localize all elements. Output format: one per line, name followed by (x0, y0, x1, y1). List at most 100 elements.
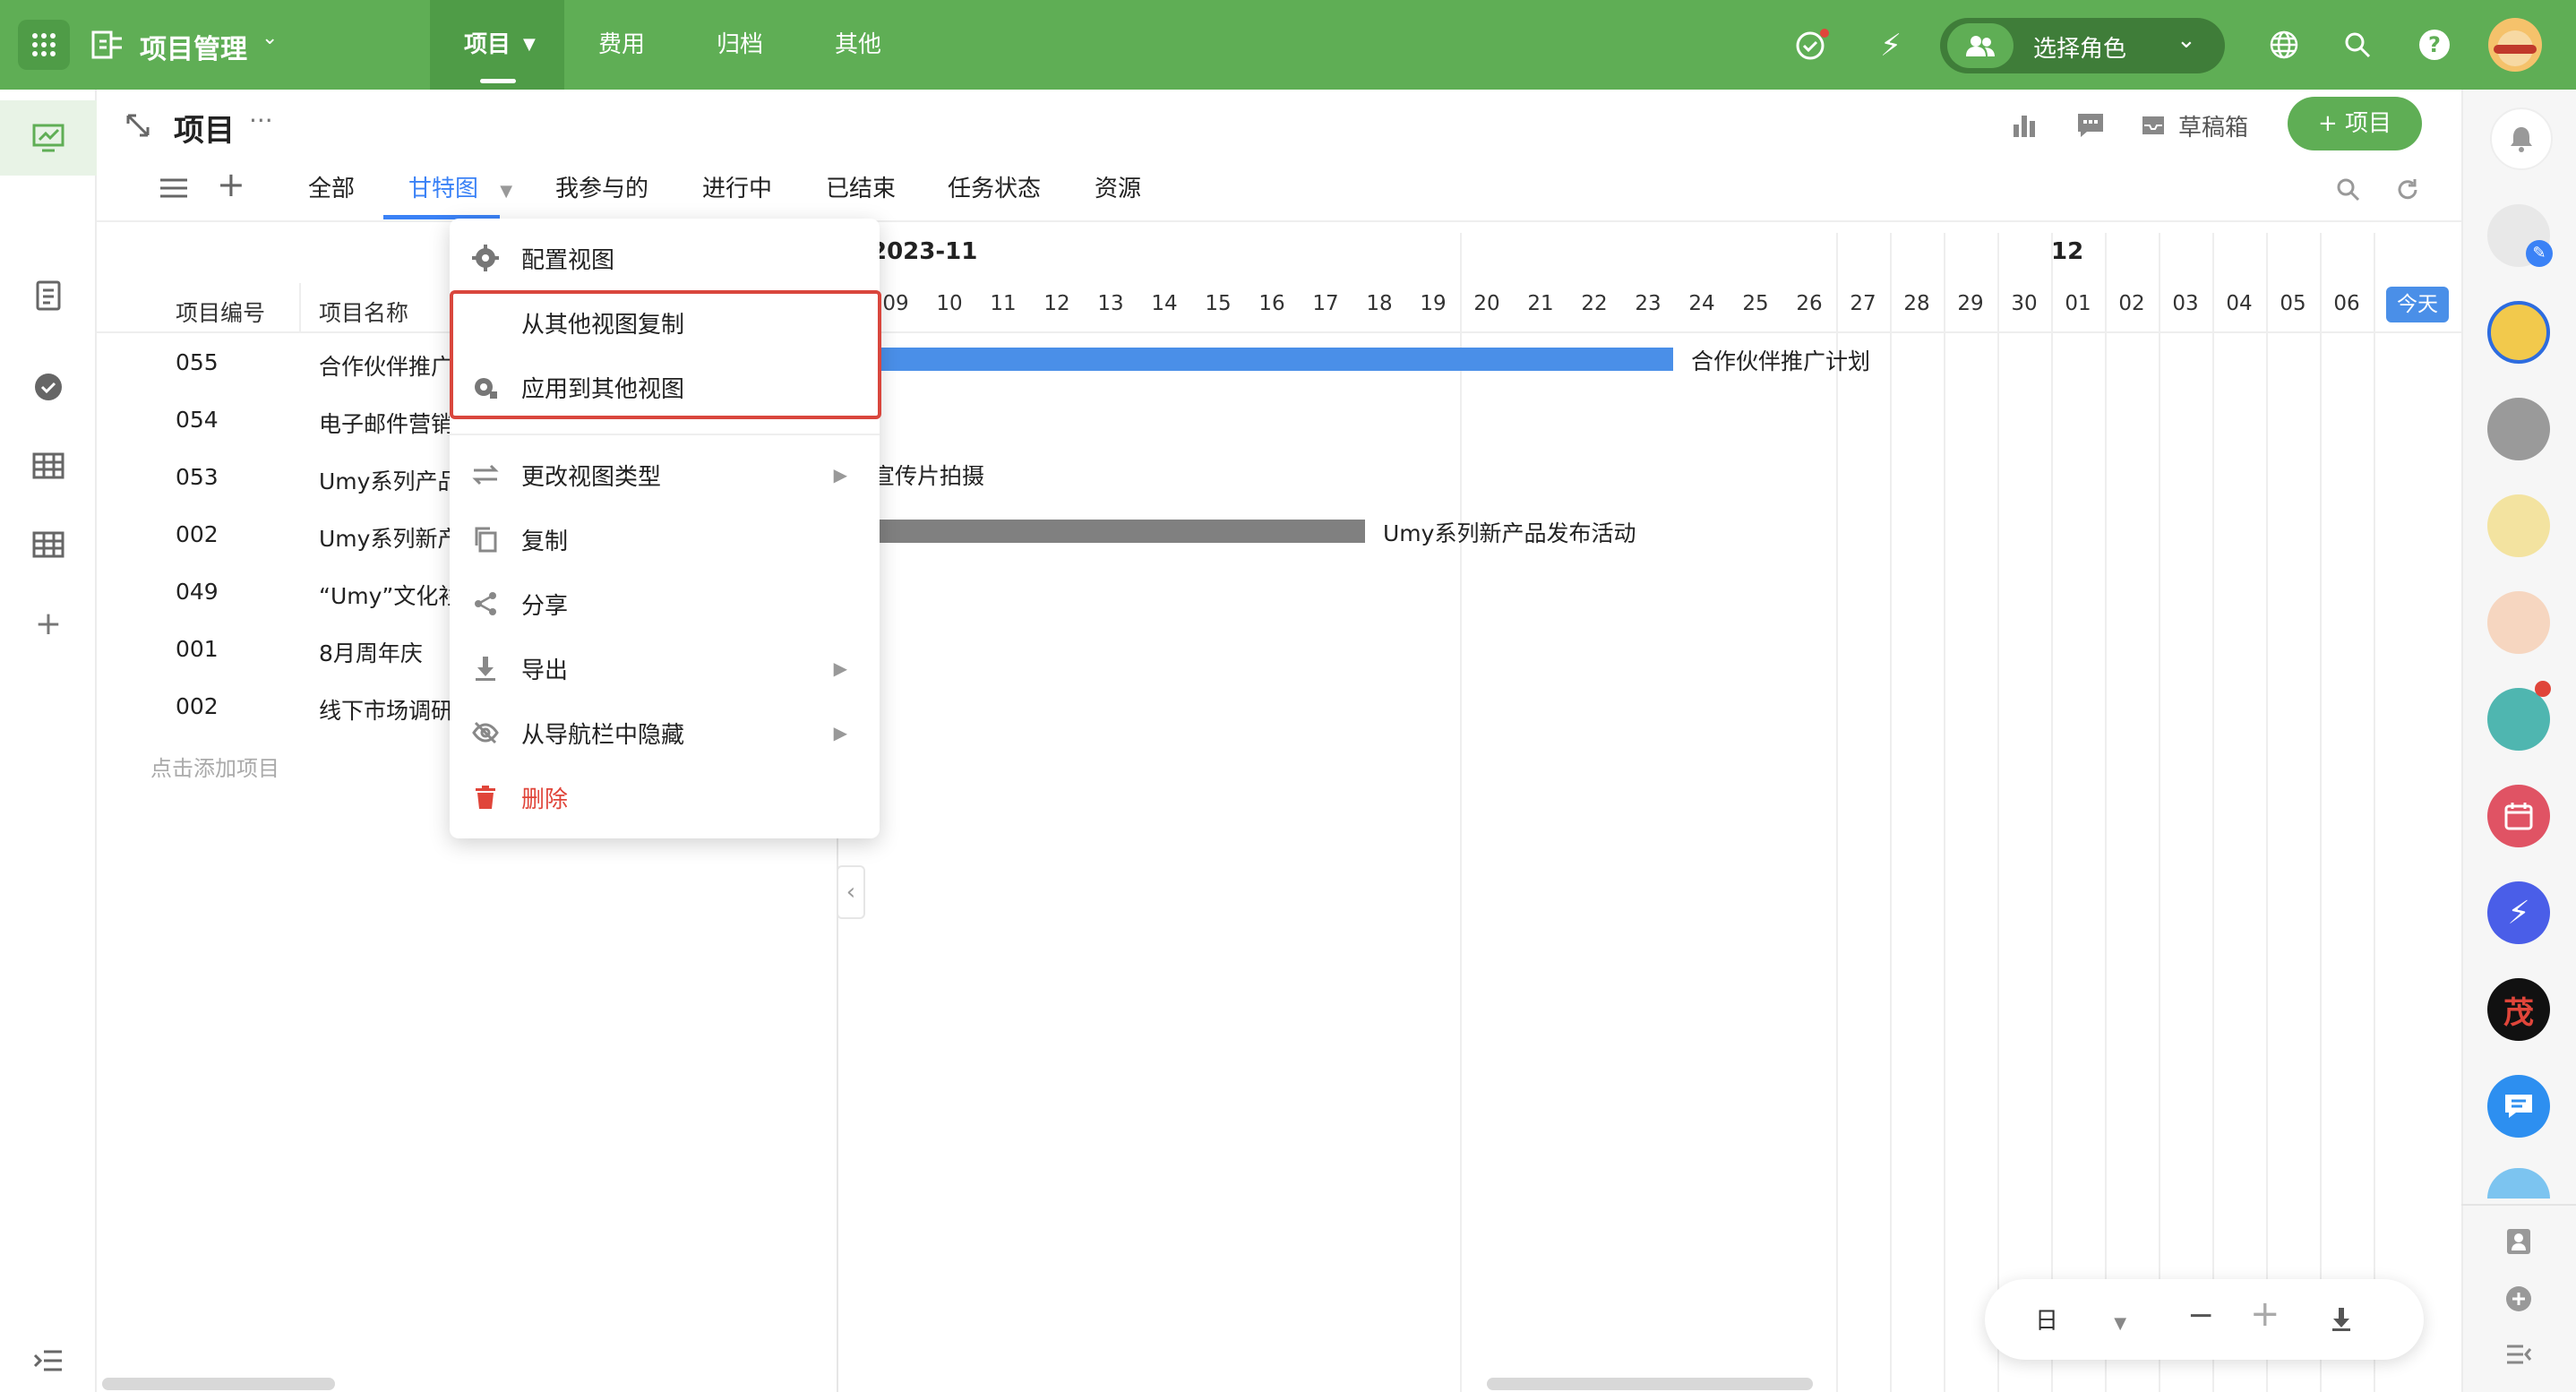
right-sidebar-divider (2461, 1204, 2576, 1206)
gantt-day-label: 16 (1258, 292, 1285, 315)
task-check-icon[interactable] (1791, 27, 1829, 64)
app-title-chevron-icon[interactable]: ⌄ (262, 27, 278, 49)
menu-config-view[interactable]: 配置视图 (450, 231, 880, 285)
tab-task-status[interactable]: 任务状态 (948, 170, 1041, 203)
bell-icon[interactable] (2490, 107, 2553, 170)
trash-icon (469, 781, 502, 813)
left-sidebar: + (0, 90, 97, 1392)
view-list-icon[interactable] (158, 172, 190, 204)
table-row-name[interactable]: 合作伙伴推广计划 (319, 349, 451, 382)
help-icon[interactable]: ? (2417, 27, 2452, 63)
menu-copy-from-view[interactable]: 从其他视图复制 (450, 296, 880, 349)
table-scrollbar[interactable] (102, 1378, 335, 1390)
avatar[interactable] (2487, 494, 2550, 557)
seal-app-icon[interactable]: 茂 (2487, 978, 2550, 1041)
view-search-icon[interactable] (2332, 174, 2365, 206)
edit-badge-icon[interactable]: ✎ (2526, 240, 2553, 267)
tab-other[interactable]: 其他 (835, 0, 881, 90)
submenu-arrow-icon: ▶ (833, 657, 847, 679)
menu-duplicate[interactable]: 复制 (450, 512, 880, 566)
menu-apply-to-view[interactable]: 应用到其他视图 (450, 360, 880, 414)
avatar[interactable] (2487, 398, 2550, 460)
add-chat-icon[interactable] (2499, 1279, 2538, 1319)
sidebar-item-dashboard[interactable] (0, 100, 97, 176)
collapse-arrows-icon[interactable] (122, 109, 154, 142)
sidebar-item-verified-icon[interactable] (0, 360, 97, 414)
table-row-name[interactable]: 线下市场调研 (319, 693, 451, 726)
tab-ended[interactable]: 已结束 (826, 170, 896, 203)
zoom-in-icon[interactable]: + (2250, 1293, 2280, 1335)
page-more-icon[interactable]: ··· (249, 106, 273, 135)
add-row-link[interactable]: 点击添加项目 (150, 751, 279, 782)
gantt-bar[interactable] (865, 520, 1365, 543)
today-badge[interactable]: 今天 (2386, 287, 2449, 322)
tab-in-progress[interactable]: 进行中 (702, 170, 772, 203)
chat-app-icon[interactable] (2487, 1075, 2550, 1138)
tab-resource[interactable]: 资源 (1095, 170, 1141, 203)
gantt-day-label: 10 (936, 292, 963, 315)
lightning-app-icon[interactable]: ⚡ (2487, 881, 2550, 944)
tab-gantt[interactable]: 甘特图 ▼ (408, 170, 512, 203)
comment-icon[interactable] (2073, 107, 2108, 143)
add-view-icon[interactable]: + (217, 165, 245, 204)
menu-share[interactable]: 分享 (450, 577, 880, 631)
people-icon (1947, 23, 2014, 68)
user-avatar[interactable] (2488, 18, 2542, 72)
menu-apply-to-label: 应用到其他视图 (521, 375, 685, 403)
apps-grid-icon[interactable] (18, 20, 70, 70)
gantt-day-label: 05 (2280, 292, 2306, 315)
zoom-out-icon[interactable]: − (2187, 1297, 2214, 1334)
zoom-unit-select[interactable]: 日 ▼ (2035, 1302, 2126, 1336)
menu-delete[interactable]: 删除 (450, 770, 880, 824)
menu-export[interactable]: 导出 ▶ (450, 641, 880, 695)
zoom-unit-label: 日 (2035, 1308, 2059, 1335)
avatar[interactable] (2487, 688, 2550, 751)
splitter-collapse-handle[interactable]: ‹ (837, 865, 865, 919)
sidebar-menu-icon[interactable] (2499, 1335, 2538, 1374)
tab-expense[interactable]: 费用 (598, 0, 645, 90)
avatar[interactable] (2487, 301, 2550, 364)
eye-off-icon (469, 717, 502, 749)
top-bar: 项目管理 ⌄ 项目 ▼ 费用 归档 其他 ⚡ 选择角色 ⌄ ? (0, 0, 2576, 90)
globe-icon[interactable] (2266, 27, 2302, 63)
gantt-scrollbar[interactable] (1487, 1378, 1813, 1390)
contacts-icon[interactable] (2499, 1222, 2538, 1261)
sidebar-item-table-icon[interactable] (0, 439, 97, 493)
tab-archive[interactable]: 归档 (717, 0, 763, 90)
menu-hide-from-nav[interactable]: 从导航栏中隐藏 ▶ (450, 706, 880, 760)
tab-all[interactable]: 全部 (308, 170, 355, 203)
refresh-icon[interactable] (2391, 174, 2424, 206)
table-row-name[interactable]: 电子邮件营销 (319, 407, 451, 439)
table-row-name[interactable]: 8月周年庆 (319, 636, 451, 668)
drafts-button[interactable]: 草稿箱 (2141, 109, 2248, 142)
role-select[interactable]: 选择角色 ⌄ (1940, 18, 2225, 73)
gantt-download-icon[interactable] (2325, 1302, 2357, 1335)
new-project-button[interactable]: + 项目 (2288, 97, 2422, 150)
view-context-menu: 配置视图 从其他视图复制 应用到其他视图 更改视图类型 ▶ 复制 分享 导出 ▶… (450, 219, 881, 838)
tab-participated[interactable]: 我参与的 (555, 170, 648, 203)
calendar-app-icon[interactable] (2487, 785, 2550, 847)
avatar-notification-dot (2535, 681, 2551, 697)
sidebar-item-document-icon[interactable] (0, 269, 97, 322)
sidebar-add-icon[interactable]: + (0, 597, 97, 650)
gantt-day-label: 19 (1420, 292, 1447, 315)
menu-change-view-type[interactable]: 更改视图类型 ▶ (450, 448, 880, 502)
gantt-day-label: 15 (1205, 292, 1232, 315)
menu-duplicate-label: 复制 (521, 528, 569, 555)
chart-bar-icon[interactable] (2006, 107, 2042, 143)
table-row-name[interactable]: Umy系列产品宣传片拍摄 (319, 464, 451, 496)
avatar[interactable] (2487, 591, 2550, 654)
tab-gantt-caret-icon[interactable]: ▼ (500, 182, 512, 201)
table-row-no: 049 (176, 579, 219, 605)
gantt-day-label: 30 (2011, 292, 2038, 315)
tab-project[interactable]: 项目 ▼ (430, 0, 564, 90)
table-row-name[interactable]: Umy系列新产品发布活动 (319, 521, 451, 554)
table-row-name[interactable]: “Umy”文化衫 (319, 579, 451, 611)
lightning-icon[interactable]: ⚡ (1872, 27, 1910, 64)
search-icon[interactable] (2340, 27, 2375, 63)
app-title[interactable]: 项目管理 (140, 27, 247, 66)
gantt-day-label: 14 (1151, 292, 1178, 315)
gantt-bar[interactable] (865, 348, 1673, 371)
sidebar-collapse-icon[interactable] (0, 1338, 97, 1383)
sidebar-item-grid-icon[interactable] (0, 518, 97, 571)
